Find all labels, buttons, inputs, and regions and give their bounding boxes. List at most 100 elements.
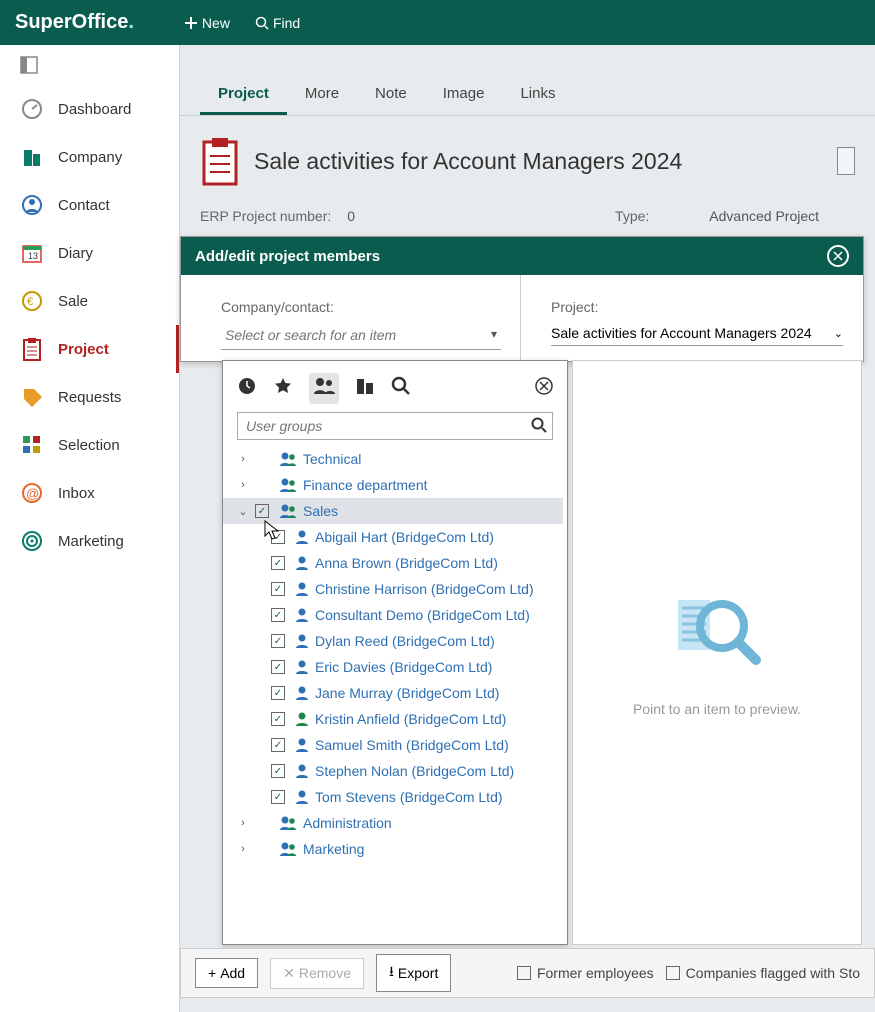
member-row[interactable]: ✓Anna Brown (BridgeCom Ltd) xyxy=(223,550,563,576)
person-icon xyxy=(295,659,309,675)
checkbox[interactable]: ✓ xyxy=(271,530,285,544)
export-button[interactable]: ⭳Export xyxy=(376,954,451,992)
history-icon[interactable] xyxy=(237,376,257,401)
checkbox[interactable]: ✓ xyxy=(271,582,285,596)
add-button[interactable]: +Add xyxy=(195,958,258,988)
member-label: Consultant Demo (BridgeCom Ltd) xyxy=(315,607,530,623)
member-row[interactable]: ✓ Consultant Demo (BridgeCom Ltd) xyxy=(223,602,563,628)
member-row[interactable]: ✓ Kristin Anfield (BridgeCom Ltd) xyxy=(223,706,563,732)
expand-icon[interactable]: › xyxy=(235,453,251,465)
checkbox[interactable]: ✓ xyxy=(271,556,285,570)
checkbox[interactable]: ✓ xyxy=(271,764,285,778)
expand-icon[interactable]: ⌄ xyxy=(235,505,251,518)
remove-button[interactable]: ✕Remove xyxy=(270,958,364,989)
company-input[interactable] xyxy=(221,321,501,350)
nav-label: Requests xyxy=(58,389,121,406)
search-icon[interactable] xyxy=(391,376,411,401)
tab-image[interactable]: Image xyxy=(425,75,503,115)
checkbox[interactable]: ✓ xyxy=(271,738,285,752)
group-search[interactable] xyxy=(237,412,553,440)
nav-sale[interactable]: € Sale xyxy=(0,277,179,325)
group-icon xyxy=(279,477,297,493)
type-label: Type: xyxy=(615,208,649,224)
checkbox[interactable]: ✓ xyxy=(271,634,285,648)
expand-icon[interactable]: › xyxy=(235,843,251,855)
star-icon[interactable] xyxy=(273,376,293,401)
person-icon xyxy=(295,685,309,701)
tab-project[interactable]: Project xyxy=(200,75,287,115)
member-row[interactable]: ✓Tom Stevens (BridgeCom Ltd) xyxy=(223,784,563,810)
member-label: Jane Murray (BridgeCom Ltd) xyxy=(315,685,499,701)
person-icon xyxy=(295,737,309,753)
member-row[interactable]: ✓Samuel Smith (BridgeCom Ltd) xyxy=(223,732,563,758)
clear-icon[interactable] xyxy=(535,377,553,400)
edit-button[interactable] xyxy=(837,147,855,175)
nav-selection[interactable]: Selection xyxy=(0,421,179,469)
group-row[interactable]: ›Finance department xyxy=(223,472,563,498)
bottom-toolbar: +Add ✕Remove ⭳Export Former employees Co… xyxy=(180,948,875,998)
find-button[interactable]: Find xyxy=(255,15,300,31)
tab-note[interactable]: Note xyxy=(357,75,425,115)
checkbox-icon xyxy=(517,966,531,980)
tab-links[interactable]: Links xyxy=(502,75,573,115)
download-icon: ⭳ xyxy=(389,961,394,985)
type-value: Advanced Project xyxy=(709,208,819,224)
close-button[interactable] xyxy=(827,245,849,267)
nav-requests[interactable]: Requests xyxy=(0,373,179,421)
former-employees-check[interactable]: Former employees xyxy=(517,965,654,981)
group-tree[interactable]: ›Technical›Finance department ⌄ ✓ Sales ✓Abi… xyxy=(223,446,563,944)
people-icon[interactable] xyxy=(309,373,339,404)
nav-diary[interactable]: 13 Diary xyxy=(0,229,179,277)
checkbox[interactable]: ✓ xyxy=(271,712,285,726)
building-icon[interactable] xyxy=(355,376,375,401)
member-row[interactable]: ✓Eric Davies (BridgeCom Ltd) xyxy=(223,654,563,680)
chevron-down-icon: ⌄ xyxy=(834,327,843,340)
new-button[interactable]: New xyxy=(184,15,230,31)
search-icon[interactable] xyxy=(531,417,547,438)
checkbox[interactable]: ✓ xyxy=(271,660,285,674)
checkbox[interactable]: ✓ xyxy=(255,504,269,518)
member-row[interactable]: ✓Christine Harrison (BridgeCom Ltd) xyxy=(223,576,563,602)
erp-value: 0 xyxy=(347,208,355,224)
checkbox[interactable]: ✓ xyxy=(271,686,285,700)
chevron-down-icon[interactable]: ▾ xyxy=(491,327,497,341)
modal-left-col: Company/contact: ▾ xyxy=(181,275,521,361)
checkbox[interactable]: ✓ xyxy=(271,608,285,622)
group-label: Sales xyxy=(303,503,338,519)
member-row[interactable]: ✓Abigail Hart (BridgeCom Ltd) xyxy=(223,524,563,550)
nav-marketing[interactable]: Marketing xyxy=(0,517,179,565)
modal-title: Add/edit project members xyxy=(195,248,380,265)
checkbox[interactable]: ✓ xyxy=(271,790,285,804)
member-row[interactable]: ✓Stephen Nolan (BridgeCom Ltd) xyxy=(223,758,563,784)
member-label: Kristin Anfield (BridgeCom Ltd) xyxy=(315,711,506,727)
group-search-input[interactable] xyxy=(237,412,553,440)
project-select[interactable]: Sale activities for Account Managers 202… xyxy=(551,321,843,346)
group-row[interactable]: ›Technical xyxy=(223,446,563,472)
calendar-icon: 13 xyxy=(20,241,44,265)
nav-label: Dashboard xyxy=(58,101,131,118)
member-row[interactable]: ✓Dylan Reed (BridgeCom Ltd) xyxy=(223,628,563,654)
member-row[interactable]: ✓ Jane Murray (BridgeCom Ltd) xyxy=(223,680,563,706)
nav-contact[interactable]: Contact xyxy=(0,181,179,229)
nav-label: Contact xyxy=(58,197,110,214)
expand-icon[interactable]: › xyxy=(235,479,251,491)
company-search[interactable]: ▾ xyxy=(221,321,501,350)
group-row[interactable]: ›Marketing xyxy=(223,836,563,862)
gauge-icon xyxy=(20,97,44,121)
flagged-companies-check[interactable]: Companies flagged with Sto xyxy=(666,965,860,981)
group-row[interactable]: ⌄ ✓ Sales xyxy=(223,498,563,524)
nav-collapse[interactable] xyxy=(0,45,179,85)
preview-illustration xyxy=(672,588,762,671)
x-icon: ✕ xyxy=(283,965,295,982)
nav-company[interactable]: Company xyxy=(0,133,179,181)
nav-inbox[interactable]: @ Inbox xyxy=(0,469,179,517)
tab-more[interactable]: More xyxy=(287,75,357,115)
nav-dashboard[interactable]: Dashboard xyxy=(0,85,179,133)
project-meta: ERP Project number: 0 Type: Advanced Pro… xyxy=(180,196,875,236)
nav-project[interactable]: Project xyxy=(0,325,179,373)
plus-icon: + xyxy=(208,965,216,981)
expand-icon[interactable]: › xyxy=(235,817,251,829)
clipboard-large-icon xyxy=(200,136,240,186)
plus-icon xyxy=(184,16,198,30)
group-row[interactable]: ›Administration xyxy=(223,810,563,836)
